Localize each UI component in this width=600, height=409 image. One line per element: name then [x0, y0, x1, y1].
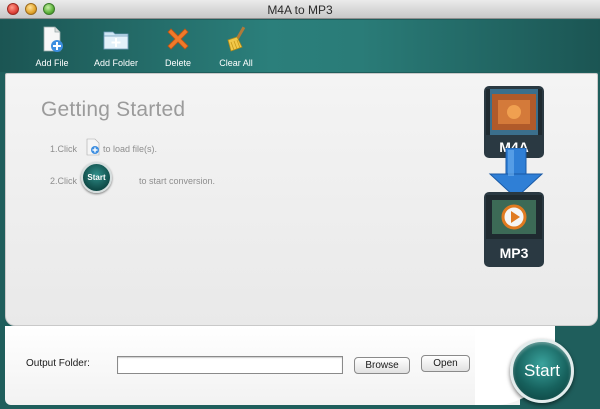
add-file-small-icon	[86, 138, 100, 156]
step1-text-pre: 1.Click	[50, 144, 78, 154]
delete-label: Delete	[164, 58, 191, 68]
delete-icon	[167, 28, 189, 50]
step2-text-post: to start conversion.	[139, 176, 216, 186]
add-file-button[interactable]: Add File	[27, 23, 77, 71]
getting-started-heading: Getting Started	[41, 98, 186, 121]
add-folder-icon	[103, 31, 129, 50]
output-folder-label: Output Folder:	[26, 358, 90, 369]
toolbar: Add File Add Folder Delete Clear All	[0, 20, 600, 72]
add-file-label: Add File	[35, 58, 69, 68]
add-folder-button[interactable]: Add Folder	[88, 23, 144, 71]
window-title: M4A to MP3	[267, 3, 333, 17]
title-bar: M4A to MP3	[0, 0, 600, 19]
clear-all-label: Clear All	[219, 58, 253, 68]
mp3-format-graphic: MP3	[484, 192, 544, 267]
step2-text-pre: 2.Click	[50, 176, 78, 186]
mp3-label: MP3	[500, 245, 529, 261]
start-icon: Start	[81, 162, 112, 193]
output-bar: Output Folder: Browse Open	[5, 326, 598, 405]
add-folder-label: Add Folder	[93, 58, 139, 68]
clear-all-button[interactable]: Clear All	[214, 23, 258, 71]
clear-all-icon	[227, 26, 246, 52]
start-button[interactable]: Start	[510, 339, 574, 403]
add-file-icon	[43, 26, 63, 52]
open-button[interactable]: Open	[421, 355, 470, 372]
browse-button[interactable]: Browse	[354, 357, 410, 374]
step1-text-post: to load file(s).	[103, 144, 158, 154]
output-folder-input[interactable]	[117, 356, 343, 374]
app-window: M4A to MP3 Add File Add Folder Delete Cl…	[0, 0, 600, 409]
delete-button[interactable]: Delete	[158, 23, 198, 71]
